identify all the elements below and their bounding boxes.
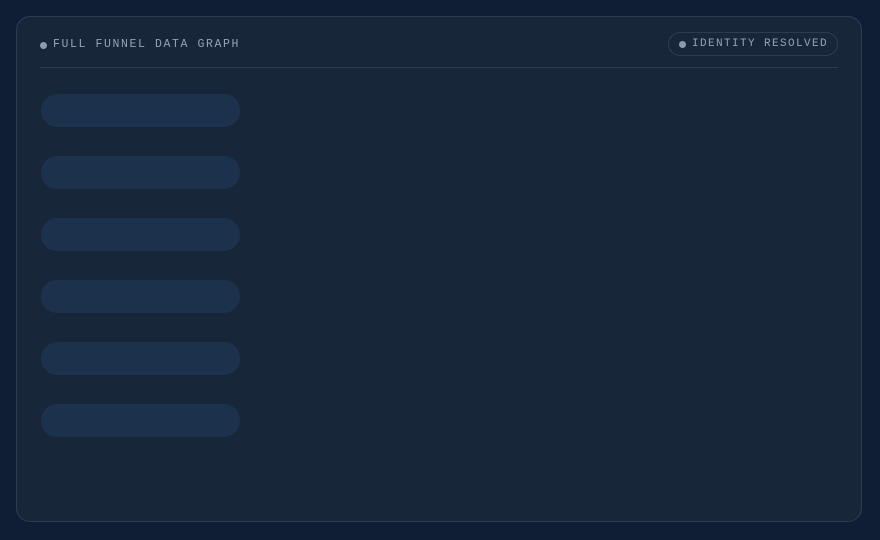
status-badge-label: IDENTITY RESOLVED [691,38,828,50]
funnel-panel: FULL FUNNEL DATA GRAPH IDENTITY RESOLVED [16,16,862,522]
status-badge: IDENTITY RESOLVED [667,32,838,56]
badge-dot-icon [678,40,686,48]
skeleton-row [41,280,240,313]
skeleton-list [41,94,240,466]
skeleton-row [41,404,240,437]
panel-title-group: FULL FUNNEL DATA GRAPH [40,37,240,53]
skeleton-row [41,94,240,127]
skeleton-row [41,342,240,375]
status-dot-icon [40,41,47,49]
panel-header: FULL FUNNEL DATA GRAPH IDENTITY RESOLVED [40,17,838,68]
skeleton-row [41,156,240,189]
skeleton-row [41,218,240,251]
panel-title: FULL FUNNEL DATA GRAPH [53,38,241,51]
